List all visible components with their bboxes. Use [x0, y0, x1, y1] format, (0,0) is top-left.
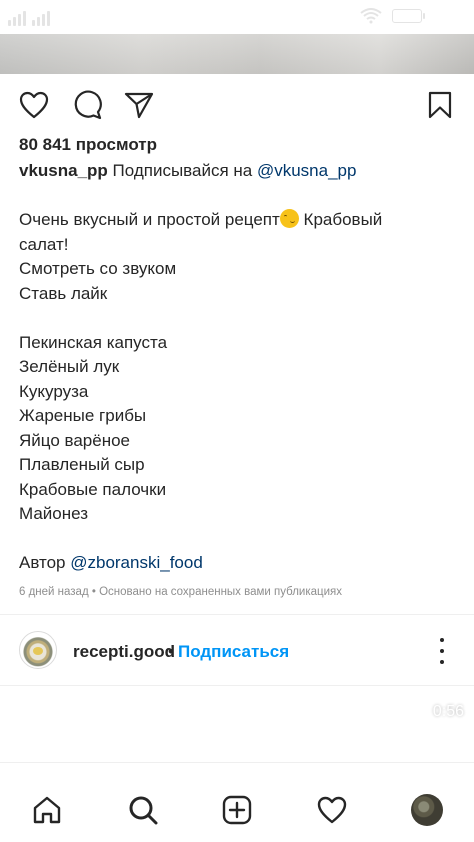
send-paper-plane-icon[interactable]	[122, 88, 156, 122]
status-bar	[0, 0, 474, 34]
caption-body: Очень вкусный и простой рецепт Крабовый …	[19, 208, 459, 576]
home-icon[interactable]	[30, 793, 64, 827]
ingredient-item: Яйцо варёное	[19, 430, 130, 450]
ingredient-item: Майонез	[19, 504, 89, 523]
ingredient-item: Кукуруза	[19, 381, 89, 401]
bottom-nav	[0, 763, 474, 842]
wifi-icon	[360, 8, 382, 24]
bookmark-icon[interactable]	[423, 88, 457, 122]
ingredient-item: Плавленый сыр	[19, 455, 145, 474]
post-meta: 6 дней назад • Основано на сохраненных в…	[19, 586, 343, 598]
post-media[interactable]	[0, 34, 474, 74]
ingredient-item: Жареные грибы	[19, 406, 147, 425]
search-icon[interactable]	[126, 793, 160, 827]
author-line: Автор @zboranski_food	[19, 551, 459, 576]
video-duration: 0:56	[432, 703, 464, 720]
next-post-username[interactable]: recepti.good	[73, 642, 175, 662]
caption-line-1-after: Крабовый	[298, 210, 383, 229]
profile-avatar[interactable]	[410, 793, 444, 827]
avatar[interactable]	[19, 631, 57, 669]
divider	[0, 614, 474, 615]
caption-line-2: салат!	[19, 234, 69, 254]
smirking-face-emoji	[279, 209, 299, 228]
ingredient-item: Пекинская капуста	[19, 332, 168, 352]
caption-line-1: Очень вкусный и простой рецепт Крабовый	[19, 208, 459, 233]
caption-header: vkusna_pp Подписывайся на @vkusna_pp	[19, 161, 356, 181]
ingredient-item: Зелёный лук	[19, 357, 120, 376]
caption-text: Подписывайся на	[107, 161, 257, 180]
signal-bars-icon	[8, 8, 50, 26]
avatar	[411, 794, 443, 826]
caption-line-1-text: Очень вкусный и простой рецепт	[19, 210, 280, 229]
next-post-video[interactable]: 0:56	[0, 686, 474, 762]
caption-username[interactable]: vkusna_pp	[19, 161, 108, 180]
author-mention-link[interactable]: @zboranski_food	[70, 553, 203, 572]
comment-bubble-icon[interactable]	[70, 88, 104, 122]
add-post-icon[interactable]	[220, 793, 254, 827]
view-count[interactable]: 80 841 просмотр	[19, 135, 157, 155]
caption-line-4: Ставь лайк	[19, 283, 108, 303]
caption-mention-link[interactable]: @vkusna_pp	[257, 161, 357, 180]
more-vertical-icon[interactable]	[430, 638, 454, 664]
heart-icon[interactable]	[17, 88, 51, 122]
follow-button[interactable]: Подписаться	[178, 642, 289, 662]
heart-icon[interactable]	[315, 793, 349, 827]
caption-line-3: Смотреть со звуком	[19, 259, 177, 278]
post-actions	[0, 88, 474, 122]
battery-icon	[392, 9, 425, 23]
author-label: Автор	[19, 553, 71, 572]
ingredient-item: Крабовые палочки	[19, 479, 167, 499]
next-post-header: recepti.good • Подписаться	[0, 628, 474, 674]
separator-dot: •	[168, 642, 174, 661]
